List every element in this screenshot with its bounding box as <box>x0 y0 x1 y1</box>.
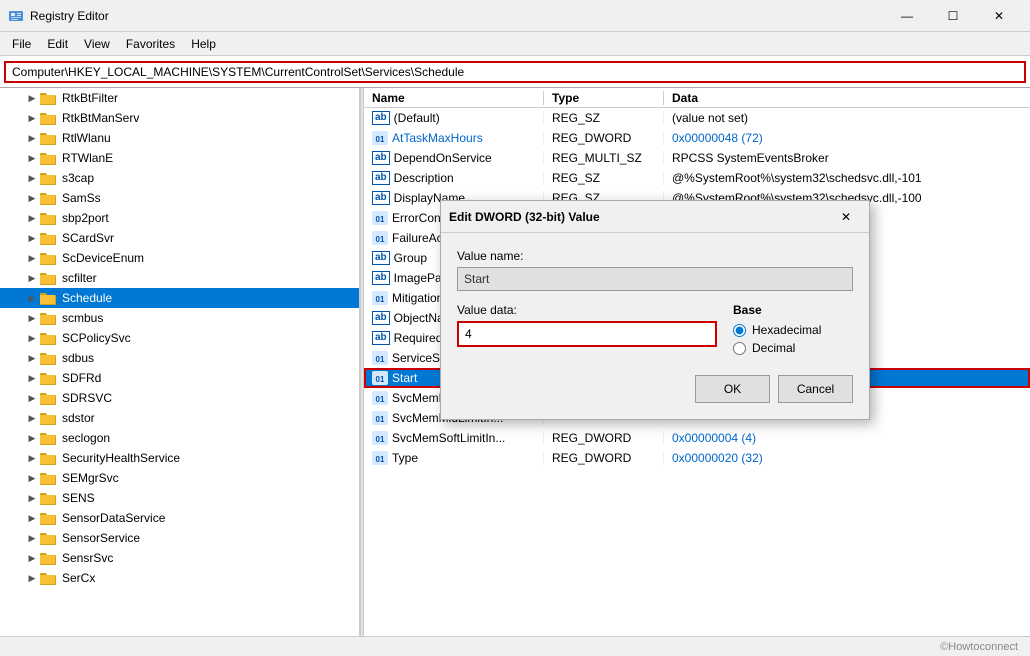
dialog-body: Value name: Value data: Base Hexadecimal <box>441 233 869 419</box>
dialog-title: Edit DWORD (32-bit) Value <box>449 210 600 224</box>
radio-hexadecimal[interactable]: Hexadecimal <box>733 323 853 337</box>
dialog-close-button[interactable]: ✕ <box>831 205 861 229</box>
value-data-input[interactable] <box>457 321 717 347</box>
base-section: Base Hexadecimal Decimal <box>733 303 853 359</box>
ok-button[interactable]: OK <box>695 375 770 403</box>
radio-hexadecimal-label: Hexadecimal <box>752 323 821 337</box>
base-label: Base <box>733 303 853 317</box>
radio-hexadecimal-input[interactable] <box>733 324 746 337</box>
dialog-buttons: OK Cancel <box>457 375 853 403</box>
radio-decimal[interactable]: Decimal <box>733 341 853 355</box>
dialog-title-bar: Edit DWORD (32-bit) Value ✕ <box>441 201 869 233</box>
cancel-button[interactable]: Cancel <box>778 375 853 403</box>
radio-decimal-input[interactable] <box>733 342 746 355</box>
edit-dword-dialog: Edit DWORD (32-bit) Value ✕ Value name: … <box>440 200 870 420</box>
value-data-label: Value data: <box>457 303 717 317</box>
dialog-main-row: Value data: Base Hexadecimal Decimal <box>457 303 853 359</box>
radio-decimal-label: Decimal <box>752 341 795 355</box>
value-name-label: Value name: <box>457 249 853 263</box>
value-name-input <box>457 267 853 291</box>
dialog-overlay: Edit DWORD (32-bit) Value ✕ Value name: … <box>0 0 1030 656</box>
value-data-input-wrap <box>457 321 717 347</box>
value-data-section: Value data: <box>457 303 717 347</box>
